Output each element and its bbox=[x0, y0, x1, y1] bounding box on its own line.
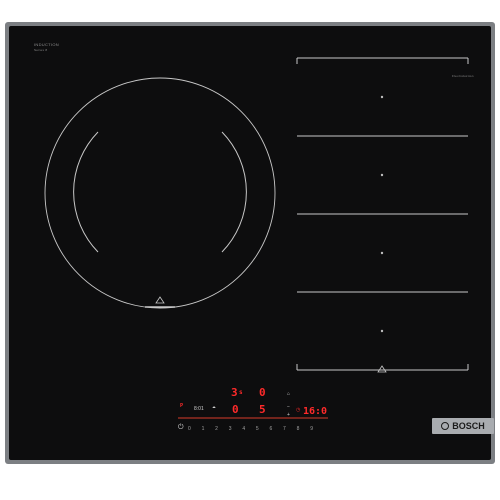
cooking-zones bbox=[44, 57, 469, 419]
flame-icon[interactable]: ⏶ bbox=[212, 405, 216, 411]
slider-step[interactable]: 3 bbox=[229, 426, 232, 432]
slider-step[interactable]: 7 bbox=[283, 426, 286, 432]
small-display: 8:01 bbox=[194, 406, 204, 412]
slider-step[interactable]: 5 bbox=[256, 426, 259, 432]
slider-step[interactable]: 4 bbox=[242, 426, 245, 432]
slider-step[interactable]: 8 bbox=[297, 426, 300, 432]
flex-zone-label: FlexInduction bbox=[452, 74, 474, 78]
round-zone-inner-left-arc bbox=[73, 131, 99, 253]
pan-icon bbox=[155, 296, 165, 304]
round-zone-outer bbox=[44, 77, 276, 309]
brand-plate: BOSCH bbox=[432, 418, 494, 434]
slider-step[interactable]: 9 bbox=[310, 426, 313, 432]
flex-zone-dot-4 bbox=[380, 329, 384, 333]
flex-zone-dot-3 bbox=[380, 251, 384, 255]
brand-name: BOSCH bbox=[452, 421, 485, 431]
minus-icon[interactable]: − bbox=[287, 404, 290, 410]
slider-step[interactable]: 2 bbox=[215, 426, 218, 432]
plus-icon[interactable]: + bbox=[287, 412, 290, 418]
power-indicator: P bbox=[180, 403, 184, 409]
display-top-right: 0 bbox=[259, 386, 266, 399]
flex-zone-dot-2 bbox=[380, 173, 384, 177]
display-mid-left: 0 bbox=[232, 403, 239, 416]
round-zone-inner-right-arc bbox=[221, 131, 247, 253]
slider-step[interactable]: 0 bbox=[188, 426, 191, 432]
pan-detect-icon[interactable]: ⌂ bbox=[287, 391, 290, 397]
flex-zone-dot-1 bbox=[380, 95, 384, 99]
display-mid-right: 5 bbox=[259, 403, 266, 416]
power-button[interactable]: ⏻ bbox=[178, 424, 184, 432]
display-top-left: 3 bbox=[231, 386, 238, 399]
timer-display: 16:0 bbox=[303, 406, 328, 417]
slider-step[interactable]: 6 bbox=[269, 426, 272, 432]
power-slider[interactable]: 0 1 2 3 4 5 6 7 8 9 bbox=[188, 426, 313, 432]
slider-step[interactable]: 1 bbox=[202, 426, 205, 432]
bosch-logo-icon bbox=[441, 422, 450, 430]
display-top-left-sub: s bbox=[239, 389, 243, 396]
flex-pan-icon bbox=[377, 365, 387, 373]
clock-icon[interactable]: ◷ bbox=[296, 407, 300, 413]
